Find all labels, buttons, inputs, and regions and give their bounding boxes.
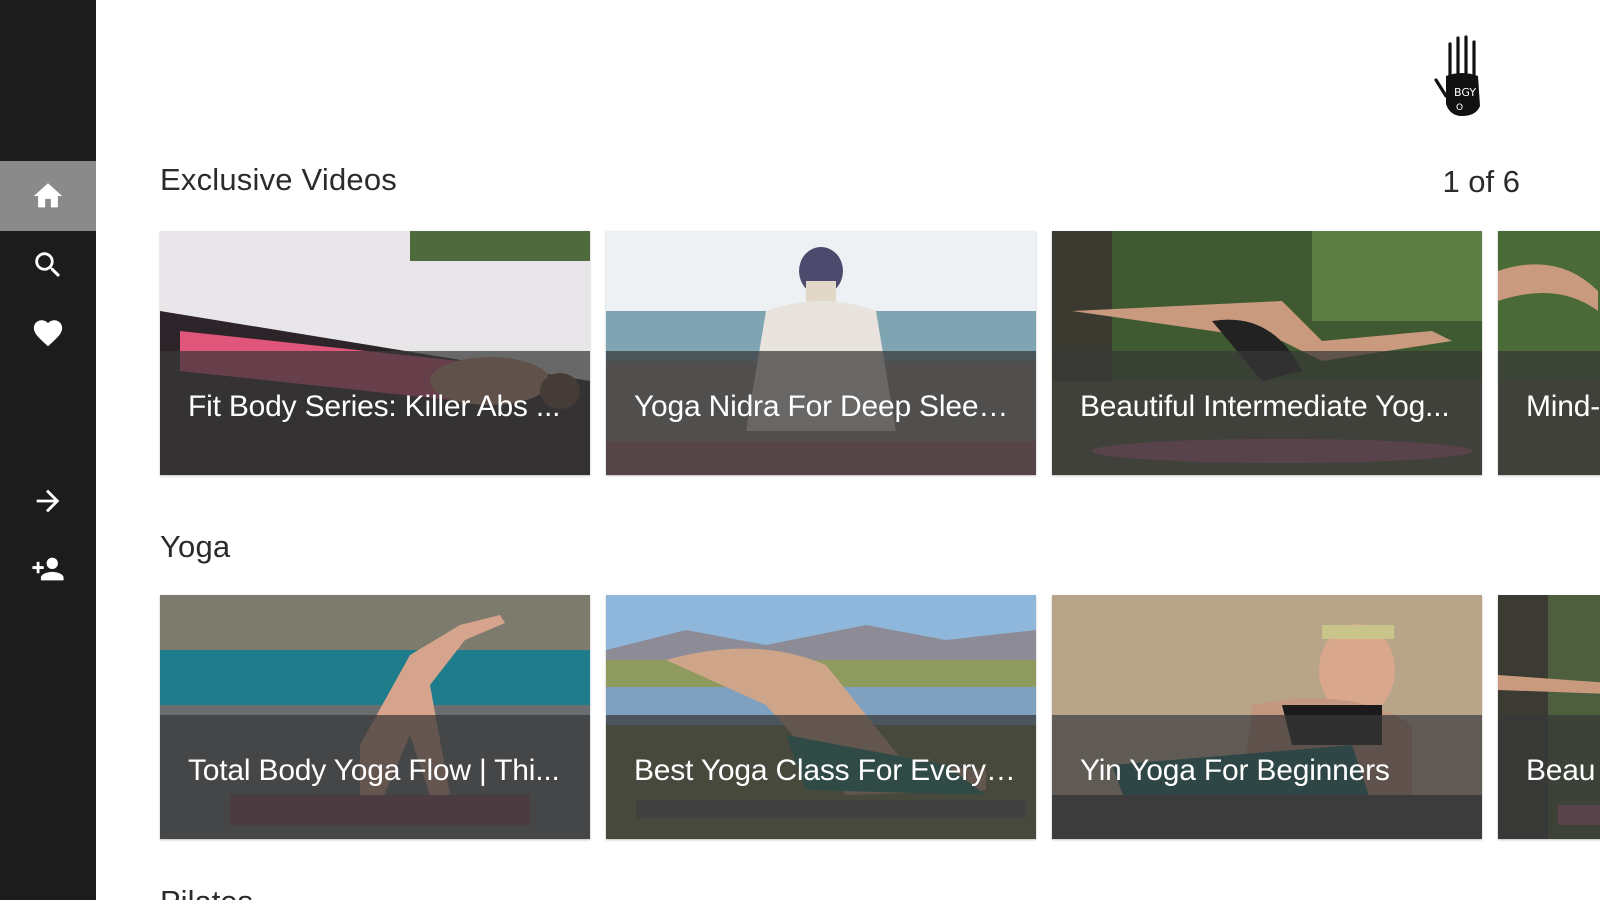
row-exclusive-videos: Fit Body Series: Killer Abs ... Yoga Nid… bbox=[160, 231, 1600, 475]
video-caption: Fit Body Series: Killer Abs ... bbox=[160, 351, 590, 475]
home-icon bbox=[33, 183, 63, 208]
video-title: Total Body Yoga Flow | Thi... bbox=[188, 754, 560, 787]
video-title: Fit Body Series: Killer Abs ... bbox=[188, 390, 561, 423]
video-tile[interactable]: Fit Body Series: Killer Abs ... bbox=[160, 231, 590, 475]
video-title: Beau bbox=[1526, 754, 1596, 787]
video-caption: Yoga Nidra For Deep Sleep ... bbox=[606, 351, 1036, 475]
video-caption: Beau bbox=[1498, 715, 1600, 839]
sidebar-item-sign-in[interactable] bbox=[0, 467, 96, 535]
video-tile[interactable]: Beautiful Intermediate Yog... bbox=[1052, 231, 1482, 475]
sidebar-item-favorites[interactable] bbox=[0, 299, 96, 367]
search-icon bbox=[35, 252, 61, 278]
heart-icon bbox=[33, 320, 63, 347]
sidebar-item-search[interactable] bbox=[0, 231, 96, 299]
section-title-exclusive: Exclusive Videos bbox=[160, 162, 397, 197]
video-title: Yin Yoga For Beginners bbox=[1080, 754, 1390, 787]
add-user-icon bbox=[32, 557, 64, 581]
video-caption: Beautiful Intermediate Yog... bbox=[1052, 351, 1482, 475]
video-caption: Best Yoga Class For Everyo... bbox=[606, 715, 1036, 839]
app-window: BGY O Exclusive Videos 1 of 6 Fit Body S… bbox=[0, 0, 1600, 900]
page-counter: 1 of 6 bbox=[1442, 164, 1520, 199]
video-tile[interactable]: Mind- bbox=[1498, 231, 1600, 475]
brand-logo: BGY O bbox=[1432, 34, 1504, 120]
video-caption: Yin Yoga For Beginners bbox=[1052, 715, 1482, 839]
svg-text:BGY: BGY bbox=[1454, 86, 1476, 99]
arrow-right-icon bbox=[36, 489, 60, 513]
video-title: Yoga Nidra For Deep Sleep ... bbox=[634, 390, 1022, 423]
video-tile[interactable]: Best Yoga Class For Everyo... bbox=[606, 595, 1036, 839]
hand-logo-icon: BGY O bbox=[1434, 35, 1480, 116]
video-title: Beautiful Intermediate Yog... bbox=[1080, 390, 1450, 423]
sidebar bbox=[0, 0, 96, 900]
video-caption: Mind- bbox=[1498, 351, 1600, 475]
sidebar-item-sign-up[interactable] bbox=[0, 535, 96, 603]
video-caption: Total Body Yoga Flow | Thi... bbox=[160, 715, 590, 839]
svg-text:O: O bbox=[1456, 103, 1463, 113]
video-tile[interactable]: Yin Yoga For Beginners bbox=[1052, 595, 1482, 839]
row-yoga: Total Body Yoga Flow | Thi... Best Yoga … bbox=[160, 595, 1600, 839]
video-title: Best Yoga Class For Everyo... bbox=[634, 754, 1022, 787]
section-title-next: Pilates bbox=[160, 884, 253, 900]
video-tile[interactable]: Total Body Yoga Flow | Thi... bbox=[160, 595, 590, 839]
section-title-yoga: Yoga bbox=[160, 529, 231, 564]
sidebar-item-home[interactable] bbox=[0, 161, 96, 231]
video-title: Mind- bbox=[1526, 390, 1600, 423]
video-tile[interactable]: Yoga Nidra For Deep Sleep ... bbox=[606, 231, 1036, 475]
video-tile[interactable]: Beau bbox=[1498, 595, 1600, 839]
